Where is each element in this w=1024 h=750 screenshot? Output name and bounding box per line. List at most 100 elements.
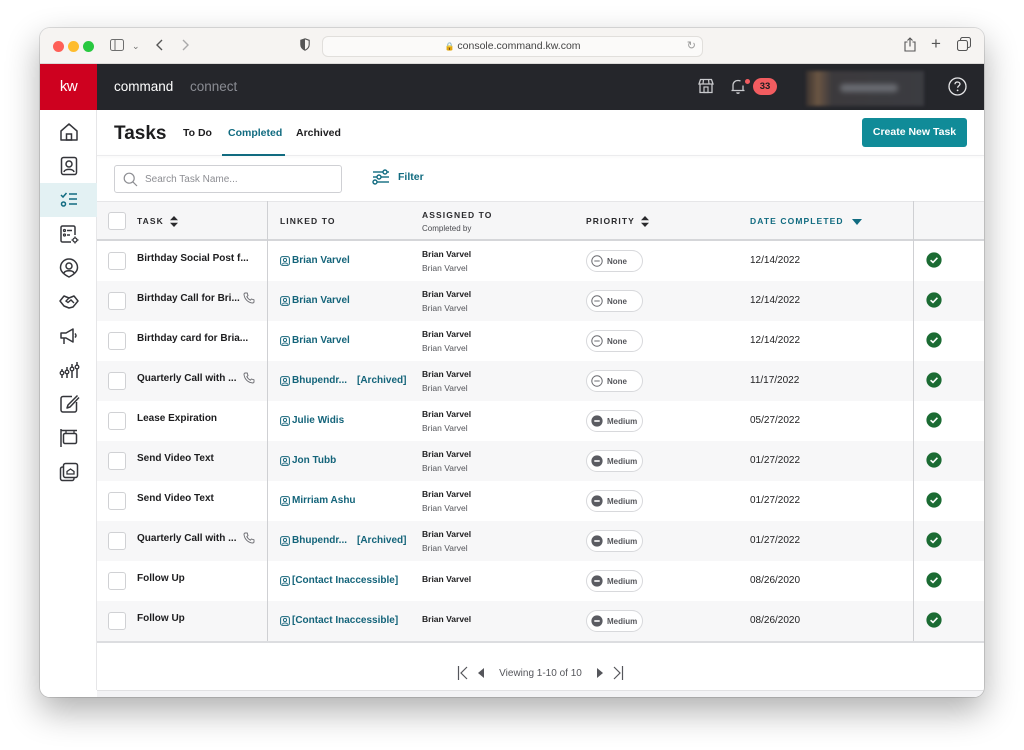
task-name[interactable]: Quarterly Call with ... (137, 373, 236, 384)
task-name[interactable]: Birthday Social Post f... (137, 253, 249, 264)
pagination: Viewing 1-10 of 10 (97, 655, 984, 691)
row-checkbox[interactable] (108, 532, 126, 550)
share-icon[interactable] (904, 37, 916, 56)
reload-icon[interactable]: ↻ (687, 37, 696, 56)
task-name[interactable]: Follow Up (137, 613, 185, 624)
first-page-button[interactable] (457, 666, 469, 680)
row-checkbox[interactable] (108, 452, 126, 470)
app-tab-command[interactable]: command (114, 79, 173, 95)
row-checkbox[interactable] (108, 412, 126, 430)
linked-contact-link[interactable]: Brian Varvel (280, 335, 350, 346)
table-row[interactable]: Birthday Social Post f... Brian Varvel Bri… (97, 241, 913, 281)
priority-medium-icon (591, 615, 603, 627)
linked-contact-link[interactable]: [Contact Inaccessible] (280, 615, 398, 626)
table-row[interactable]: Follow Up [Contact Inaccessible] Brian Var… (97, 561, 913, 601)
row-checkbox[interactable] (108, 332, 126, 350)
bell-icon[interactable] (730, 78, 746, 100)
next-page-button[interactable] (596, 667, 604, 679)
table-row[interactable]: Quarterly Call with ... Bhupendr... [Archi… (97, 521, 913, 561)
table-row[interactable]: Quarterly Call with ... Bhupendr... [Archi… (97, 361, 913, 401)
sidebar-item-profile[interactable] (40, 251, 97, 285)
task-name[interactable]: Birthday card for Bria... (137, 333, 248, 344)
linked-contact-link[interactable]: [Contact Inaccessible] (280, 575, 398, 586)
sidebar-item-task-settings[interactable] (40, 217, 97, 251)
sidebar-toggle-icon[interactable] (110, 37, 124, 55)
last-page-button[interactable] (612, 666, 624, 680)
notification-count-badge[interactable]: 33 (753, 78, 777, 95)
sidebar-item-listings[interactable] (40, 421, 97, 455)
column-header-task[interactable]: TASK (137, 216, 178, 228)
search-task-input[interactable] (145, 170, 335, 189)
row-checkbox[interactable] (108, 612, 126, 630)
linked-contact-link[interactable]: Brian Varvel (280, 295, 350, 306)
close-window-button[interactable] (53, 41, 64, 52)
linked-contact-link[interactable]: Julie Widis (280, 415, 344, 426)
minimize-window-button[interactable] (68, 41, 79, 52)
sidebar-item-designs[interactable] (40, 387, 97, 421)
chevron-down-icon[interactable]: ⌄ (132, 37, 140, 55)
column-header-date-completed[interactable]: DATE COMPLETED (750, 216, 862, 227)
column-header-priority[interactable]: PRIORITY (586, 216, 649, 228)
linked-contact-name: Brian Varvel (292, 295, 350, 306)
row-checkbox[interactable] (108, 572, 126, 590)
back-icon[interactable] (156, 37, 164, 55)
filter-sliders-icon (372, 169, 389, 185)
tab-to-do[interactable]: To Do (183, 127, 212, 140)
sidebar-item-tasks[interactable] (40, 183, 97, 217)
storefront-icon[interactable] (698, 78, 714, 99)
create-new-task-button[interactable]: Create New Task (862, 118, 967, 147)
user-profile-menu[interactable] (806, 71, 924, 106)
sidebar-item-insights[interactable] (40, 353, 97, 387)
address-bar[interactable]: 🔒 console.command.kw.com ↻ (322, 36, 703, 57)
tab-completed[interactable]: Completed (228, 127, 282, 140)
linked-contact-link[interactable]: Brian Varvel (280, 255, 350, 266)
sidebar-item-opportunities[interactable] (40, 285, 97, 319)
row-checkbox[interactable] (108, 492, 126, 510)
task-name[interactable]: Send Video Text (137, 453, 214, 464)
linked-contact-link[interactable]: Jon Tubb (280, 455, 336, 466)
priority-label: Medium (607, 576, 638, 586)
linked-contact-link[interactable]: Bhupendr... [Archived] (280, 535, 406, 546)
row-checkbox[interactable] (108, 372, 126, 390)
kw-logo[interactable]: kw (40, 64, 97, 110)
row-checkbox[interactable] (108, 292, 126, 310)
tab-archived[interactable]: Archived (296, 127, 341, 140)
sidebar-item-marketing[interactable] (40, 319, 97, 353)
table-row[interactable]: Birthday Call for Bri... Brian Varvel Bria… (97, 281, 913, 321)
tabs-overview-icon[interactable] (956, 36, 972, 55)
new-tab-icon[interactable]: + (931, 35, 941, 53)
date-completed: 08/26/2020 (750, 615, 801, 626)
table-row[interactable]: Lease Expiration Julie Widis Brian Varvel B… (97, 401, 913, 441)
completed-by: Brian Varvel (422, 423, 468, 433)
zoom-window-button[interactable] (83, 41, 94, 52)
last-page-icon (613, 666, 623, 680)
priority-label: None (607, 256, 627, 266)
table-row[interactable]: Send Video Text Jon Tubb Brian Varvel Brian… (97, 441, 913, 481)
shield-icon[interactable] (300, 37, 310, 55)
row-checkbox[interactable] (108, 252, 126, 270)
sidebar-item-contacts[interactable] (40, 149, 97, 183)
assigned-to: Brian Varvel (422, 249, 472, 259)
column-subheader-completed-by: Completed by (422, 224, 472, 233)
table-row[interactable]: Birthday card for Bria... Brian Varvel Bri… (97, 321, 913, 361)
table-row[interactable]: Follow Up [Contact Inaccessible] Brian Var… (97, 601, 913, 641)
task-name[interactable]: Follow Up (137, 573, 185, 584)
filter-button[interactable]: Filter (372, 169, 424, 185)
task-name[interactable]: Send Video Text (137, 493, 214, 504)
table-row[interactable]: Send Video Text Mirriam Ashu Brian Varvel B… (97, 481, 913, 521)
task-name[interactable]: Birthday Call for Bri... (137, 293, 240, 304)
forward-icon[interactable] (181, 37, 189, 55)
sort-both-icon (640, 216, 649, 228)
sidebar-item-home[interactable] (40, 115, 97, 149)
task-name[interactable]: Quarterly Call with ... (137, 533, 236, 544)
sidebar-nav (40, 110, 97, 697)
help-icon[interactable] (948, 77, 967, 101)
previous-page-button[interactable] (477, 667, 485, 679)
sidebar-item-collections[interactable] (40, 455, 97, 489)
task-name[interactable]: Lease Expiration (137, 413, 217, 424)
linked-contact-link[interactable]: Mirriam Ashu (280, 495, 356, 506)
select-all-checkbox[interactable] (108, 212, 126, 230)
linked-contact-link[interactable]: Bhupendr... [Archived] (280, 375, 406, 386)
app-tab-connect[interactable]: connect (190, 79, 237, 95)
sort-both-icon (169, 216, 178, 228)
